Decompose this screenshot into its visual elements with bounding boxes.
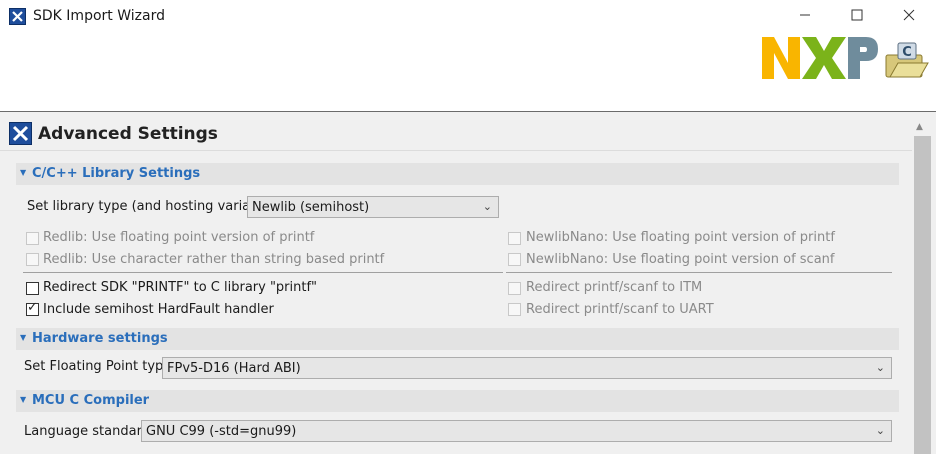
checkbox-semihost-hardfault[interactable]: ✓: [26, 300, 39, 316]
language-standard-label: Language standard: [24, 424, 150, 439]
chevron-down-icon: ⌄: [482, 200, 492, 213]
checkbox-redirect-uart[interactable]: [508, 303, 521, 316]
section-hardware[interactable]: ▼ Hardware settings: [16, 328, 899, 350]
checkbox-redlib-float-printf[interactable]: [26, 232, 39, 245]
checkbox-redirect-printf[interactable]: [26, 282, 39, 295]
expand-triangle-icon: ▼: [20, 395, 27, 404]
scroll-up-icon[interactable]: ▲: [916, 122, 923, 132]
library-type-value: Newlib (semihost): [252, 200, 370, 215]
fp-type-label: Set Floating Point type: [24, 359, 172, 374]
checkbox-semihost-hardfault-label: Include semihost HardFault handler: [43, 302, 274, 317]
expand-triangle-icon: ▼: [20, 168, 27, 177]
checkbox-newlibnano-float-scanf-label: NewlibNano: Use floating point version o…: [526, 252, 835, 267]
separator-right: [506, 272, 892, 273]
checkbox-newlibnano-float-scanf[interactable]: [508, 253, 521, 266]
minimize-icon: [799, 9, 811, 25]
checkbox-redirect-itm[interactable]: [508, 282, 521, 295]
maximize-icon: [851, 9, 863, 25]
language-standard-select[interactable]: GNU C99 (-std=gnu99) ⌄: [141, 420, 892, 442]
checkbox-newlibnano-float-printf-label: NewlibNano: Use floating point version o…: [526, 230, 835, 245]
chevron-down-icon: ⌄: [875, 424, 885, 437]
checkbox-redlib-char-printf-label: Redlib: Use character rather than string…: [43, 252, 385, 267]
app-icon: [9, 8, 26, 25]
wizard-banner: C: [0, 33, 936, 112]
separator-left: [23, 272, 503, 273]
section-compiler-title: MCU C Compiler: [32, 393, 150, 408]
language-standard-value: GNU C99 (-std=gnu99): [146, 424, 297, 439]
checkbox-redirect-uart-label: Redirect printf/scanf to UART: [526, 302, 714, 317]
fp-type-select[interactable]: FPv5-D16 (Hard ABI) ⌄: [162, 357, 892, 379]
library-type-label: Set library type (and hosting variant): [27, 199, 269, 214]
nxp-logo: [762, 33, 880, 87]
section-compiler[interactable]: ▼ MCU C Compiler: [16, 390, 899, 412]
checkbox-newlibnano-float-printf[interactable]: [508, 232, 521, 245]
wizard-icon: [9, 122, 32, 145]
scrollbar-thumb[interactable]: [914, 136, 931, 454]
section-library[interactable]: ▼ C/C++ Library Settings: [16, 163, 899, 185]
page-title: Advanced Settings: [38, 124, 218, 144]
close-button[interactable]: [886, 0, 932, 33]
close-icon: [903, 9, 915, 25]
title-bar: SDK Import Wizard: [0, 0, 936, 33]
checkbox-redirect-printf-label: Redirect SDK "PRINTF" to C library "prin…: [43, 280, 318, 295]
section-library-title: C/C++ Library Settings: [32, 166, 201, 181]
library-type-select[interactable]: Newlib (semihost) ⌄: [247, 196, 499, 218]
folder-c-icon: C: [884, 41, 930, 85]
checkmark-icon: ✓: [27, 300, 38, 315]
folder-badge: C: [902, 45, 912, 60]
fp-type-value: FPv5-D16 (Hard ABI): [167, 361, 301, 376]
checkbox-redlib-float-printf-label: Redlib: Use floating point version of pr…: [43, 230, 315, 245]
maximize-button[interactable]: [834, 0, 880, 33]
checkbox-redirect-itm-label: Redirect printf/scanf to ITM: [526, 280, 703, 295]
section-hardware-title: Hardware settings: [32, 331, 168, 346]
chevron-down-icon: ⌄: [875, 361, 885, 374]
window-title: SDK Import Wizard: [33, 8, 165, 24]
expand-triangle-icon: ▼: [20, 333, 27, 342]
minimize-button[interactable]: [782, 0, 828, 33]
checkbox-redlib-char-printf[interactable]: [26, 253, 39, 266]
